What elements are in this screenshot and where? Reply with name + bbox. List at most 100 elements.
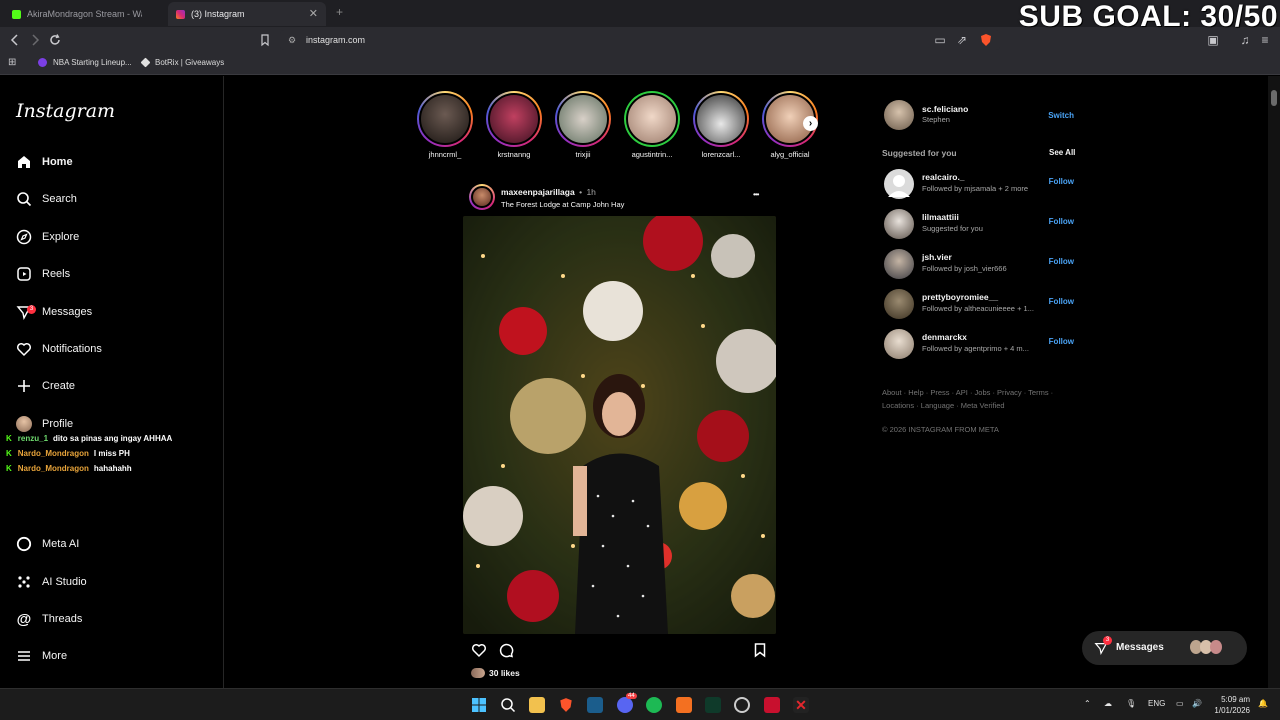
cast-icon[interactable]: ▭ bbox=[933, 33, 947, 47]
switch-account-button[interactable]: Switch bbox=[1048, 111, 1074, 120]
follow-button[interactable]: Follow bbox=[1049, 217, 1074, 226]
app-icon[interactable] bbox=[734, 697, 750, 713]
post-avatar[interactable] bbox=[469, 184, 495, 210]
chevron-right-icon[interactable]: › bbox=[803, 116, 818, 131]
nav-more[interactable]: More bbox=[16, 644, 67, 668]
chat-text: dito sa pinas ang ingay AHHAA bbox=[53, 434, 173, 443]
footer-links[interactable]: Locations · Language · Meta Verified bbox=[882, 401, 1005, 410]
terminal-icon[interactable] bbox=[705, 697, 721, 713]
discord-icon[interactable]: 44 bbox=[617, 693, 637, 713]
bookmark-botrix[interactable]: BotRix | Giveaways bbox=[140, 57, 224, 68]
more-options-icon[interactable]: ••• bbox=[753, 190, 759, 199]
nav-label: Reels bbox=[42, 268, 71, 280]
save-icon[interactable] bbox=[752, 642, 768, 663]
post-location[interactable]: The Forest Lodge at Camp John Hay bbox=[501, 200, 624, 209]
follow-button[interactable]: Follow bbox=[1049, 177, 1074, 186]
follow-button[interactable]: Follow bbox=[1049, 337, 1074, 346]
suggestion-username[interactable]: lilmaattiii bbox=[922, 212, 959, 222]
brave-icon[interactable] bbox=[558, 697, 574, 713]
story-item[interactable]: lorenzcarl... bbox=[691, 91, 751, 159]
nav-notifications[interactable]: Notifications bbox=[16, 337, 102, 361]
sidebar-toggle-icon[interactable]: ▣ bbox=[1206, 33, 1220, 47]
search-icon[interactable] bbox=[500, 697, 516, 713]
footer-links[interactable]: About · Help · Press · API · Jobs · Priv… bbox=[882, 388, 1053, 397]
microphone-icon[interactable]: 🎙 bbox=[1126, 699, 1136, 708]
story-item[interactable]: agustintrin... bbox=[622, 91, 682, 159]
forward-icon[interactable] bbox=[28, 33, 42, 47]
network-icon[interactable]: ▭ bbox=[1176, 699, 1184, 708]
see-all-link[interactable]: See All bbox=[1049, 148, 1075, 157]
address-bar[interactable]: ⚙ instagram.com bbox=[280, 30, 1000, 50]
notifications-icon[interactable]: 🔔 bbox=[1258, 699, 1268, 708]
notification-badge: 3 bbox=[1103, 636, 1112, 645]
post-image[interactable] bbox=[463, 216, 776, 634]
default-avatar-icon[interactable] bbox=[884, 169, 914, 199]
story-ring bbox=[555, 91, 611, 147]
share-icon[interactable]: ⇗ bbox=[955, 33, 969, 47]
nav-create[interactable]: Create bbox=[16, 374, 75, 398]
scrollbar[interactable] bbox=[1268, 76, 1280, 688]
media-icon[interactable]: ♫ bbox=[1238, 33, 1252, 47]
instagram-logo[interactable]: Instagram bbox=[16, 100, 115, 122]
story-item[interactable]: trixjii bbox=[553, 91, 613, 159]
spotify-icon[interactable] bbox=[646, 697, 662, 713]
story-item[interactable]: krstnanng bbox=[484, 91, 544, 159]
tab-instagram[interactable]: (3) Instagram ✕ bbox=[168, 2, 326, 26]
nav-profile[interactable]: Profile bbox=[16, 412, 73, 436]
nav-ai-studio[interactable]: AI Studio bbox=[16, 570, 87, 594]
back-icon[interactable] bbox=[8, 33, 22, 47]
volume-icon[interactable]: 🔊 bbox=[1192, 699, 1202, 708]
site-info-icon[interactable]: ⚙ bbox=[288, 30, 296, 50]
steam-icon[interactable] bbox=[587, 697, 603, 713]
likes-count[interactable]: 30 likes bbox=[489, 668, 520, 678]
follow-button[interactable]: Follow bbox=[1049, 257, 1074, 266]
app-icon[interactable] bbox=[764, 697, 780, 713]
nav-threads[interactable]: @ Threads bbox=[16, 607, 83, 631]
avatar[interactable] bbox=[884, 100, 914, 130]
suggestion-username[interactable]: jsh.vier bbox=[922, 252, 952, 262]
post-username[interactable]: maxeenpajarillaga bbox=[501, 187, 575, 197]
nav-home[interactable]: Home bbox=[16, 150, 73, 174]
close-tab-icon[interactable]: ✕ bbox=[309, 7, 318, 20]
browser-menu-icon[interactable]: ≡ bbox=[1258, 33, 1272, 47]
avatar[interactable] bbox=[884, 209, 914, 239]
nav-label: Create bbox=[42, 380, 76, 392]
brave-shields-icon[interactable] bbox=[979, 33, 993, 47]
apps-grid-icon[interactable]: ⊞ bbox=[8, 57, 16, 68]
chat-text: I miss PH bbox=[93, 449, 130, 458]
scrollbar-thumb[interactable] bbox=[1271, 90, 1277, 106]
bookmark-nba[interactable]: NBA Starting Lineup... bbox=[38, 58, 132, 67]
search-icon bbox=[16, 191, 32, 207]
suggestion-username[interactable]: denmarckx bbox=[922, 332, 967, 342]
messages-pill[interactable]: 3 Messages bbox=[1082, 631, 1247, 665]
nav-search[interactable]: Search bbox=[16, 187, 77, 211]
language-indicator[interactable]: ENG bbox=[1148, 699, 1165, 708]
nav-messages[interactable]: 3 Messages bbox=[16, 300, 92, 324]
my-username[interactable]: sc.feliciano bbox=[922, 104, 968, 114]
windows-start-icon[interactable] bbox=[471, 697, 487, 713]
bookmark-page-icon[interactable] bbox=[258, 33, 272, 47]
suggestion-username[interactable]: realcairo._ bbox=[922, 172, 965, 182]
menu-icon bbox=[16, 648, 32, 664]
avatar[interactable] bbox=[884, 329, 914, 359]
nav-explore[interactable]: Explore bbox=[16, 225, 79, 249]
avatar[interactable] bbox=[884, 289, 914, 319]
like-icon[interactable] bbox=[471, 642, 487, 663]
tab-stream[interactable]: AkiraMondragon Stream - Watch bbox=[4, 2, 164, 26]
follow-button[interactable]: Follow bbox=[1049, 297, 1074, 306]
nav-meta-ai[interactable]: Meta AI bbox=[16, 532, 79, 556]
new-tab-button[interactable]: + bbox=[336, 5, 343, 19]
cloud-icon[interactable]: ☁ bbox=[1104, 699, 1112, 708]
nav-reels[interactable]: Reels bbox=[16, 262, 70, 286]
comment-icon[interactable] bbox=[498, 642, 514, 663]
chevron-up-icon[interactable]: ⌃ bbox=[1084, 699, 1091, 708]
suggestion-username[interactable]: prettyboyromiee__ bbox=[922, 292, 998, 302]
app-icon[interactable]: ✕ bbox=[793, 697, 809, 713]
app-icon[interactable] bbox=[676, 697, 692, 713]
reload-icon[interactable] bbox=[48, 33, 62, 47]
clock[interactable]: 5:09 am 1/01/2026 bbox=[1214, 694, 1250, 716]
tab-label: AkiraMondragon Stream - Watch bbox=[27, 9, 142, 19]
story-item[interactable]: jhnncrml_ bbox=[415, 91, 475, 159]
avatar[interactable] bbox=[884, 249, 914, 279]
file-explorer-icon[interactable] bbox=[529, 697, 545, 713]
